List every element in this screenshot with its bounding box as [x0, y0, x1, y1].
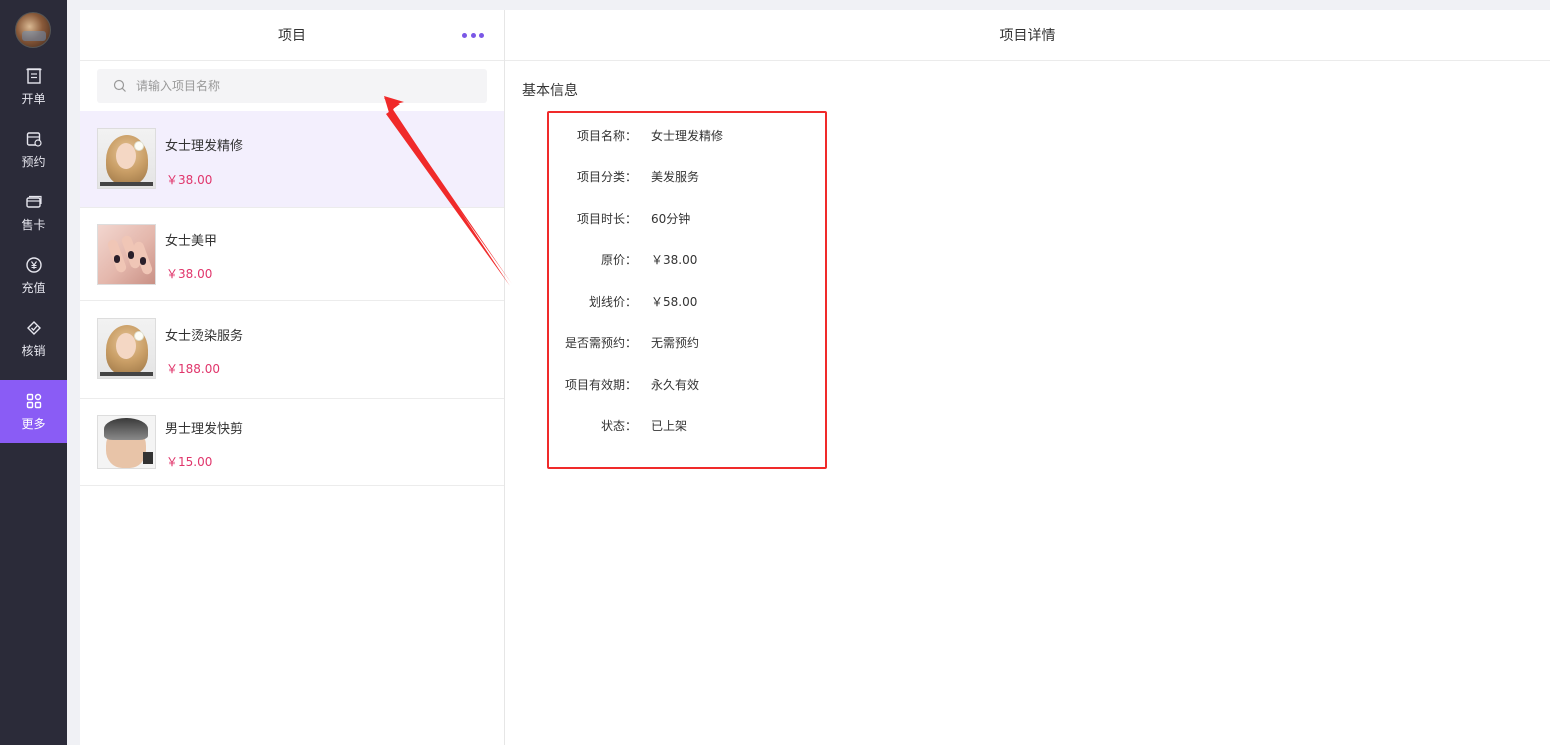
info-row: 项目有效期： 永久有效	[549, 376, 825, 392]
project-price: ￥188.00	[166, 362, 220, 376]
search-box	[97, 69, 487, 103]
info-row: 原价： ￥38.00	[549, 251, 825, 267]
card-icon	[25, 195, 42, 208]
grid-icon	[26, 393, 41, 408]
info-value: ￥38.00	[651, 253, 698, 267]
project-list-panel: 项目 女士理发精修 ￥38.00 女士美甲 ￥38.00	[80, 10, 505, 745]
list-title: 项目	[278, 28, 306, 44]
project-thumbnail	[97, 318, 156, 379]
order-icon	[26, 67, 41, 84]
nav-item-sell-card[interactable]: 售卡	[0, 181, 67, 244]
info-value: 永久有效	[651, 378, 700, 392]
info-value: 美发服务	[651, 170, 700, 184]
info-label: 划线价：	[588, 295, 637, 309]
info-row: 划线价： ￥58.00	[549, 293, 825, 309]
info-label: 项目分类：	[576, 170, 637, 184]
detail-header: 项目详情	[505, 10, 1550, 61]
info-value: 无需预约	[651, 336, 700, 350]
nav-item-appointment[interactable]: 预约	[0, 118, 67, 181]
info-value: 60分钟	[651, 212, 691, 226]
info-row: 项目名称： 女士理发精修	[549, 127, 825, 143]
project-price: ￥15.00	[166, 455, 213, 469]
project-thumbnail	[97, 224, 156, 285]
project-detail-panel: 项目详情 基本信息 项目名称： 女士理发精修 项目分类： 美发服务 项目时长： …	[505, 10, 1550, 745]
nav-label: 充值	[21, 280, 46, 295]
project-list: 女士理发精修 ￥38.00 女士美甲 ￥38.00 女士烫染服务 ￥188.00	[80, 111, 504, 486]
dot-icon	[479, 32, 484, 38]
list-item[interactable]: 男士理发快剪 ￥15.00	[80, 399, 504, 486]
info-row: 项目分类： 美发服务	[549, 168, 825, 184]
project-name: 女士美甲	[165, 234, 218, 249]
info-value: 已上架	[651, 419, 688, 433]
project-thumbnail	[97, 128, 156, 189]
info-label: 项目有效期：	[564, 378, 637, 392]
calendar-icon	[26, 131, 42, 147]
detail-title: 项目详情	[999, 28, 1056, 44]
nav-label: 预约	[21, 154, 46, 169]
nav-label: 核销	[21, 343, 46, 358]
info-value: 女士理发精修	[651, 129, 724, 143]
nav-item-recharge[interactable]: 充值	[0, 244, 67, 307]
nav-item-more[interactable]: 更多	[0, 380, 67, 443]
list-item[interactable]: 女士烫染服务 ￥188.00	[80, 301, 504, 399]
section-title: 基本信息	[522, 83, 578, 99]
verify-icon	[26, 320, 41, 335]
project-name: 男士理发快剪	[165, 422, 244, 437]
dot-icon	[470, 32, 476, 38]
project-price: ￥38.00	[166, 267, 213, 281]
info-row: 是否需预约： 无需预约	[549, 334, 825, 350]
search-input[interactable]	[136, 79, 466, 93]
info-row: 项目时长： 60分钟	[549, 210, 825, 226]
nav-label: 开单	[21, 91, 46, 106]
avatar[interactable]	[15, 12, 51, 48]
info-label: 原价：	[600, 253, 637, 267]
project-name: 女士理发精修	[165, 139, 244, 154]
info-row: 状态： 已上架	[549, 417, 825, 433]
basic-info-box: 项目名称： 女士理发精修 项目分类： 美发服务 项目时长： 60分钟 原价： ￥…	[547, 111, 827, 469]
dot-icon	[462, 32, 467, 38]
search-icon	[113, 79, 126, 92]
project-price: ￥38.00	[166, 173, 213, 187]
more-options-button[interactable]	[462, 27, 484, 43]
list-item[interactable]: 女士美甲 ￥38.00	[80, 208, 504, 301]
project-name: 女士烫染服务	[165, 329, 244, 344]
nav-item-verify[interactable]: 核销	[0, 307, 67, 370]
info-label: 状态：	[600, 419, 637, 433]
list-header: 项目	[80, 10, 504, 61]
nav-label: 更多	[21, 416, 46, 431]
sidebar: 开单 预约 售卡 充值 核销 更多	[0, 0, 67, 745]
nav-item-order[interactable]: 开单	[0, 55, 67, 118]
info-label: 项目时长：	[576, 212, 637, 226]
nav-label: 售卡	[21, 217, 46, 232]
yen-icon	[25, 256, 42, 273]
info-label: 是否需预约：	[564, 336, 637, 350]
project-thumbnail	[97, 415, 156, 469]
info-value: ￥58.00	[651, 295, 698, 309]
info-label: 项目名称：	[576, 129, 637, 143]
list-item[interactable]: 女士理发精修 ￥38.00	[80, 111, 504, 208]
